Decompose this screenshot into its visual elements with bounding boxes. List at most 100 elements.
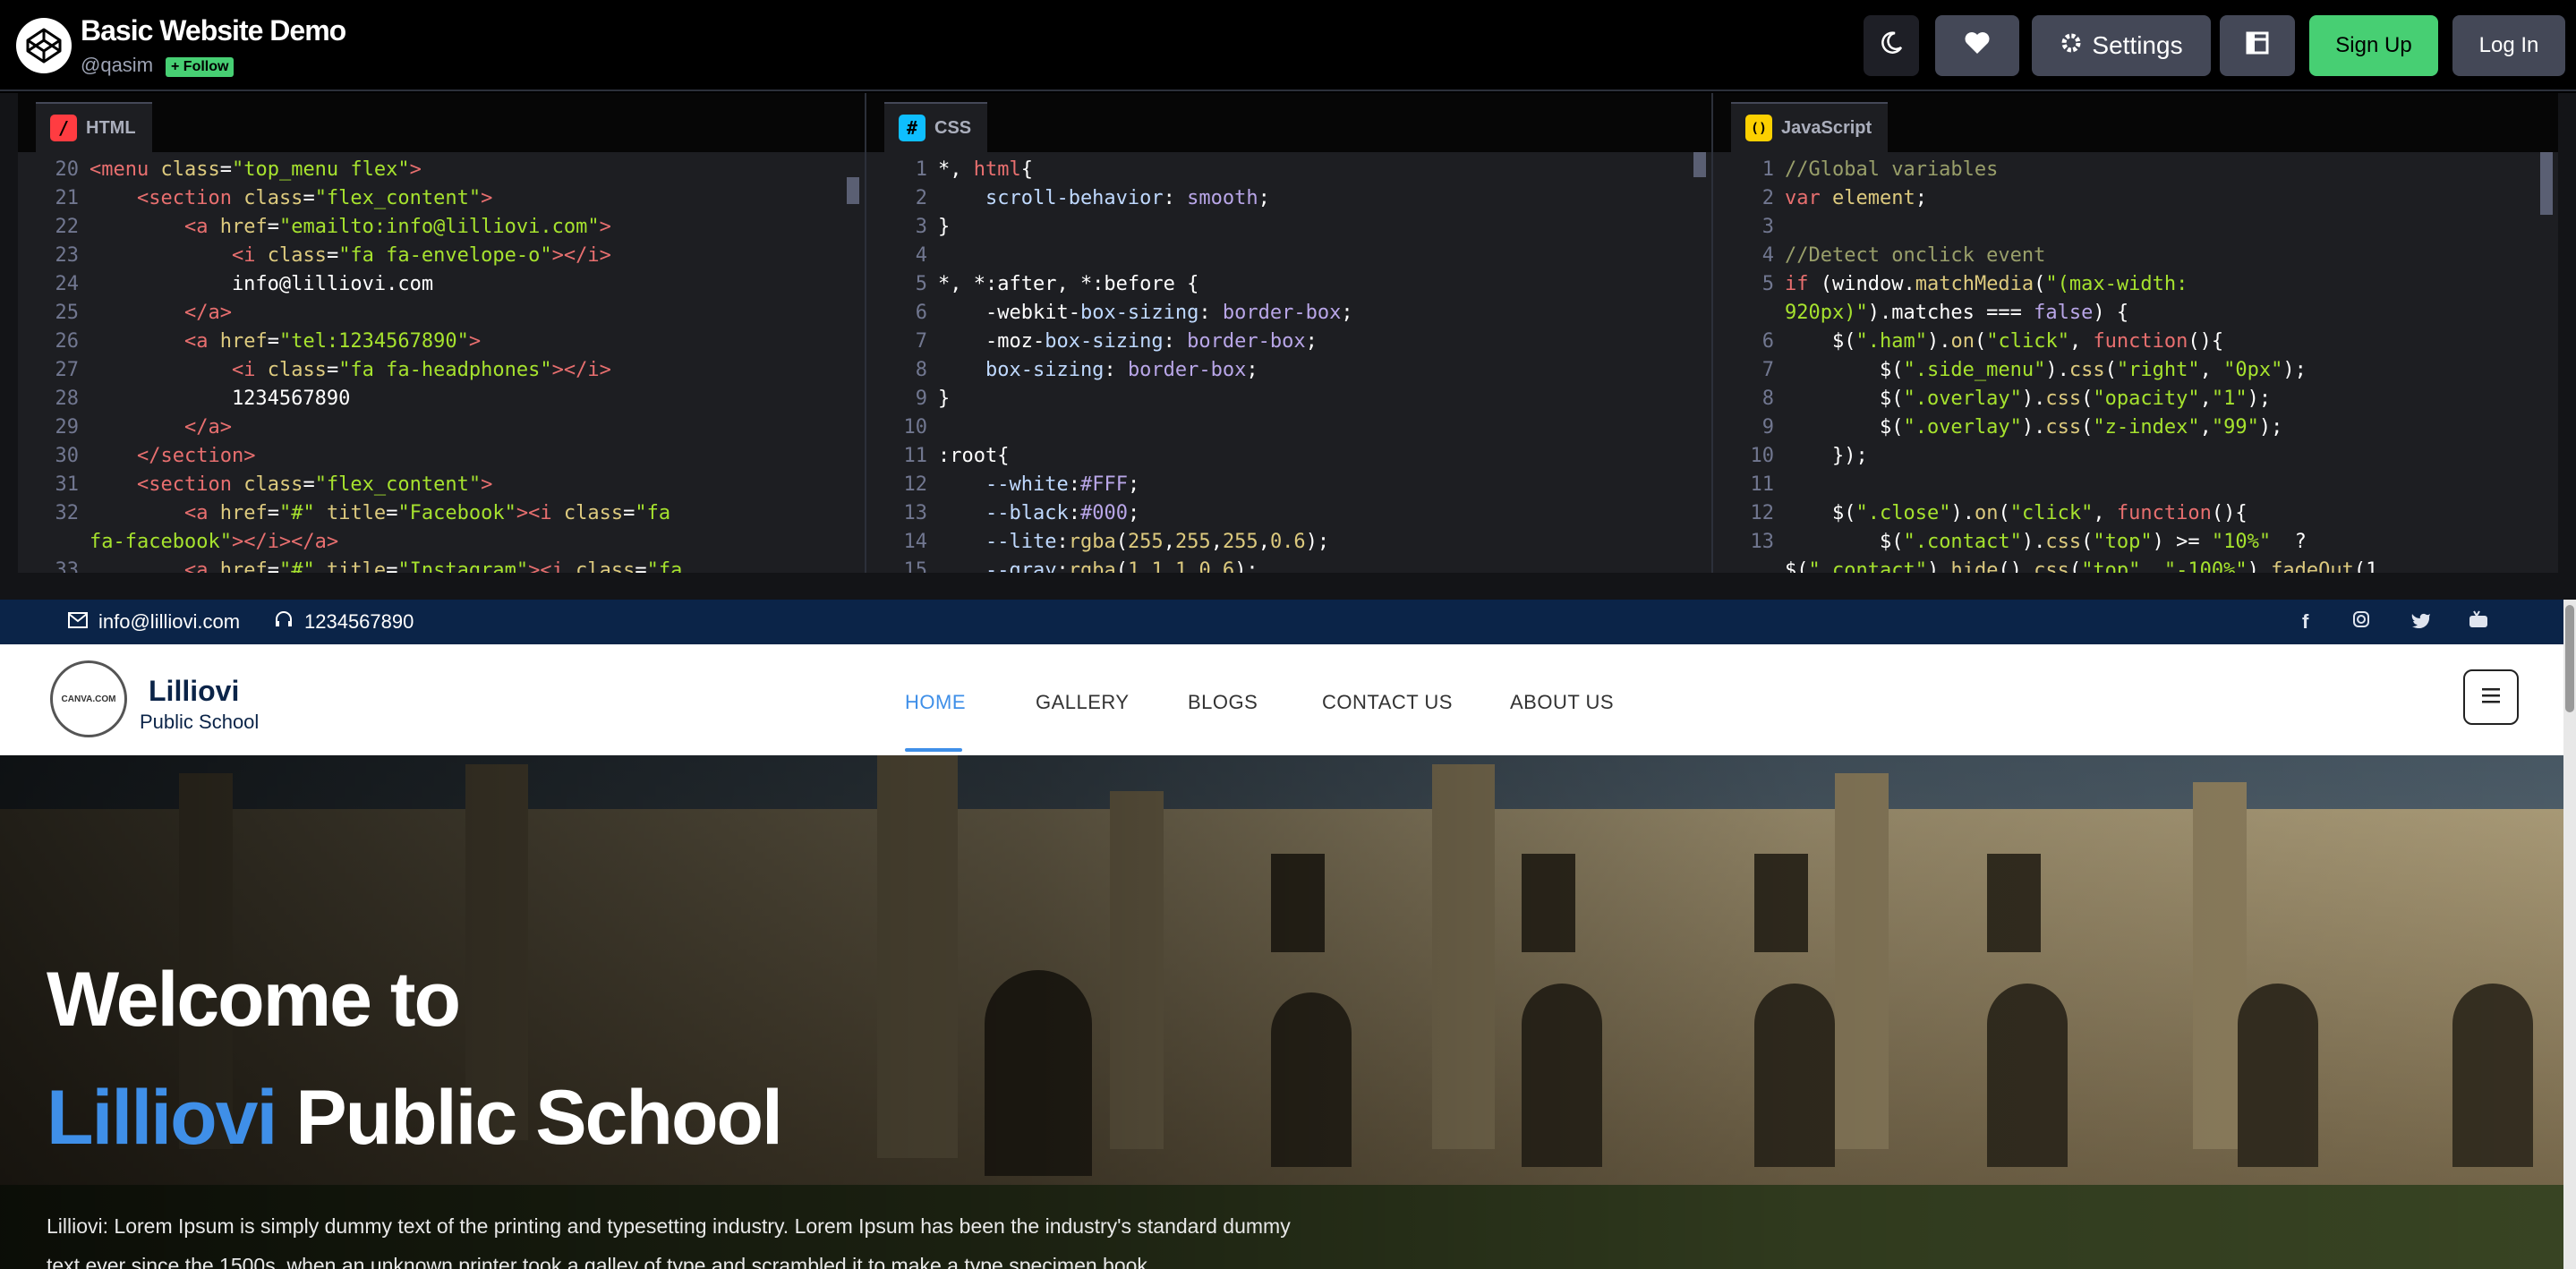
heart-icon xyxy=(1964,30,1991,62)
line-code: <i class="fa fa-envelope-o"></i> xyxy=(231,244,611,267)
code-line[interactable]: 8 $(".overlay").css("opacity","1"); xyxy=(1713,385,2558,413)
css-editor-pane[interactable]: # CSS 1 *, html{2 scroll-behavior: smooth… xyxy=(865,93,1711,573)
code-line[interactable]: 8 box-sizing: border-box; xyxy=(866,356,1711,385)
code-line[interactable]: 5 *, *:after, *:before { xyxy=(866,270,1711,299)
code-line[interactable]: 28 1234567890 xyxy=(18,385,865,413)
line-number: 3 xyxy=(915,216,927,238)
site-navbar: CANVA.COM Lilliovi Public School HOME GA… xyxy=(0,644,2576,755)
line-code: 920px)").matches === false) { xyxy=(1785,302,2129,324)
preview-scrollbar[interactable] xyxy=(2563,600,2576,1269)
code-line[interactable]: 11 xyxy=(1713,471,2558,499)
line-code: <a href="tel:1234567890"> xyxy=(183,330,482,353)
school-logo[interactable]: CANVA.COM xyxy=(50,660,127,737)
code-line[interactable]: $(".contact").hide().css("top", "-100%")… xyxy=(1713,557,2558,573)
login-button[interactable]: Log In xyxy=(2452,15,2565,76)
code-line[interactable]: 11:root{ xyxy=(866,442,1711,471)
theme-toggle-button[interactable] xyxy=(1864,15,1919,76)
hero-description: Lilliovi: Lorem Ipsum is simply dummy te… xyxy=(47,1214,1291,1269)
code-line[interactable]: 12 $(".close").on("click", function(){ xyxy=(1713,499,2558,528)
youtube-icon[interactable] xyxy=(2469,610,2488,634)
project-title[interactable]: Basic Website Demo xyxy=(81,14,346,47)
code-line[interactable]: 31 <section class="flex_content"> xyxy=(18,471,865,499)
nav-gallery[interactable]: GALLERY xyxy=(1036,691,1130,714)
follow-button[interactable]: + Follow xyxy=(166,57,235,77)
code-line[interactable]: 9} xyxy=(866,385,1711,413)
code-line[interactable]: 10 }); xyxy=(1713,442,2558,471)
code-line[interactable]: 32 <a href="#" title="Facebook"><i class… xyxy=(18,499,865,528)
code-line[interactable]: 24 info@lilliovi.com xyxy=(18,270,865,299)
js-code[interactable]: 1 //Global variables 2 var element; 3 4 //Dete… xyxy=(1713,156,2558,573)
html-editor-pane[interactable]: / HTML 20 <menu class="top_menu flex"> 21 … xyxy=(18,93,865,573)
code-line[interactable]: 30 </section> xyxy=(18,442,865,471)
code-line[interactable]: 2 var element; xyxy=(1713,184,2558,213)
code-line[interactable]: 27 <i class="fa fa-headphones"></i> xyxy=(18,356,865,385)
code-line[interactable]: 33 <a href="#" title="Instagram"><i clas… xyxy=(18,557,865,573)
code-line[interactable]: 10 xyxy=(866,413,1711,442)
code-line[interactable]: 3 xyxy=(1713,213,2558,242)
code-line[interactable]: 6 -webkit-box-sizing: border-box; xyxy=(866,299,1711,328)
code-line[interactable]: 20 <menu class="top_menu flex"> xyxy=(18,156,865,184)
code-line[interactable]: 1 //Global variables xyxy=(1713,156,2558,184)
code-line[interactable]: 13 $(".contact").css("top") >= "10%" ? xyxy=(1713,528,2558,557)
line-number: 22 xyxy=(55,216,80,238)
nav-contact-us[interactable]: CONTACT US xyxy=(1322,691,1453,714)
code-line[interactable]: 14 --lite:rgba(255,255,255,0.6); xyxy=(866,528,1711,557)
line-number: 14 xyxy=(903,531,928,553)
js-editor-pane[interactable]: () JavaScript 1 //Global variables 2 var el… xyxy=(1711,93,2558,573)
code-line[interactable]: 22 <a href="emailto:info@lilliovi.com"> xyxy=(18,213,865,242)
change-view-button[interactable] xyxy=(2220,15,2295,76)
code-line[interactable]: 29 </a> xyxy=(18,413,865,442)
code-line[interactable]: fa-facebook"></i></a> xyxy=(18,528,865,557)
code-line[interactable]: 15 --gray:rgba(1,1,1,0.6); xyxy=(866,557,1711,573)
code-line[interactable]: 4 xyxy=(866,242,1711,270)
project-author[interactable]: @qasim xyxy=(81,54,153,77)
html-icon: / xyxy=(50,115,77,141)
code-line[interactable]: 9 $(".overlay").css("z-index","99"); xyxy=(1713,413,2558,442)
instagram-icon[interactable] xyxy=(2352,610,2370,634)
css-scrollbar[interactable] xyxy=(1693,152,1706,177)
html-scrollbar[interactable] xyxy=(847,177,859,204)
code-line[interactable]: 1 *, html{ xyxy=(866,156,1711,184)
tab-html[interactable]: / HTML xyxy=(36,102,152,152)
code-line[interactable]: 7 $(".side_menu").css("right", "0px"); xyxy=(1713,356,2558,385)
html-code[interactable]: 20 <menu class="top_menu flex"> 21 <sectio… xyxy=(18,156,865,573)
email-link[interactable]: info@lilliovi.com xyxy=(68,610,240,634)
code-line[interactable]: 12 --white:#FFF; xyxy=(866,471,1711,499)
code-line[interactable]: 920px)").matches === false) { xyxy=(1713,299,2558,328)
code-line[interactable]: 25 </a> xyxy=(18,299,865,328)
settings-button[interactable]: Settings xyxy=(2032,15,2211,76)
code-line[interactable]: 13 --black:#000; xyxy=(866,499,1711,528)
css-code[interactable]: 1 *, html{2 scroll-behavior: smooth; 3} 4 5 *… xyxy=(866,156,1711,573)
code-line[interactable]: 4 //Detect onclick event xyxy=(1713,242,2558,270)
line-number: 30 xyxy=(55,445,80,467)
line-code: $(".side_menu").css("right", "0px"); xyxy=(1785,359,2307,381)
tab-css[interactable]: # CSS xyxy=(884,102,988,152)
line-number: 24 xyxy=(55,273,80,295)
line-code: <section class="flex_content"> xyxy=(136,473,493,496)
tab-js[interactable]: () JavaScript xyxy=(1731,102,1889,152)
line-code: scroll-behavior: smooth; xyxy=(938,187,1270,209)
nav-about-us[interactable]: ABOUT US xyxy=(1510,691,1614,714)
nav-home[interactable]: HOME xyxy=(905,691,966,714)
nav-blogs[interactable]: BLOGS xyxy=(1188,691,1258,714)
code-line[interactable]: 7 -moz-box-sizing: border-box; xyxy=(866,328,1711,356)
code-line[interactable]: 6 $(".ham").on("click", function(){ xyxy=(1713,328,2558,356)
code-line[interactable]: 26 <a href="tel:1234567890"> xyxy=(18,328,865,356)
code-line[interactable]: 21 <section class="flex_content"> xyxy=(18,184,865,213)
codepen-logo-icon[interactable] xyxy=(16,18,72,73)
facebook-icon[interactable]: f xyxy=(2302,610,2308,634)
layout-icon xyxy=(2245,30,2270,62)
brand-subtitle: Public School xyxy=(140,711,260,733)
code-line[interactable]: 3} xyxy=(866,213,1711,242)
code-line[interactable]: 2 scroll-behavior: smooth; xyxy=(866,184,1711,213)
phone-link[interactable]: 1234567890 xyxy=(274,610,414,634)
preview-scrollbar-thumb[interactable] xyxy=(2565,605,2574,712)
like-button[interactable] xyxy=(1935,15,2019,76)
signup-button[interactable]: Sign Up xyxy=(2309,15,2438,76)
line-code: --lite:rgba(255,255,255,0.6); xyxy=(938,531,1330,553)
code-line[interactable]: 23 <i class="fa fa-envelope-o"></i> xyxy=(18,242,865,270)
hamburger-menu-button[interactable] xyxy=(2463,669,2519,725)
js-scrollbar[interactable] xyxy=(2540,152,2553,215)
twitter-icon[interactable] xyxy=(2411,610,2431,634)
code-line[interactable]: 5 if (window.matchMedia("(max-width: xyxy=(1713,270,2558,299)
